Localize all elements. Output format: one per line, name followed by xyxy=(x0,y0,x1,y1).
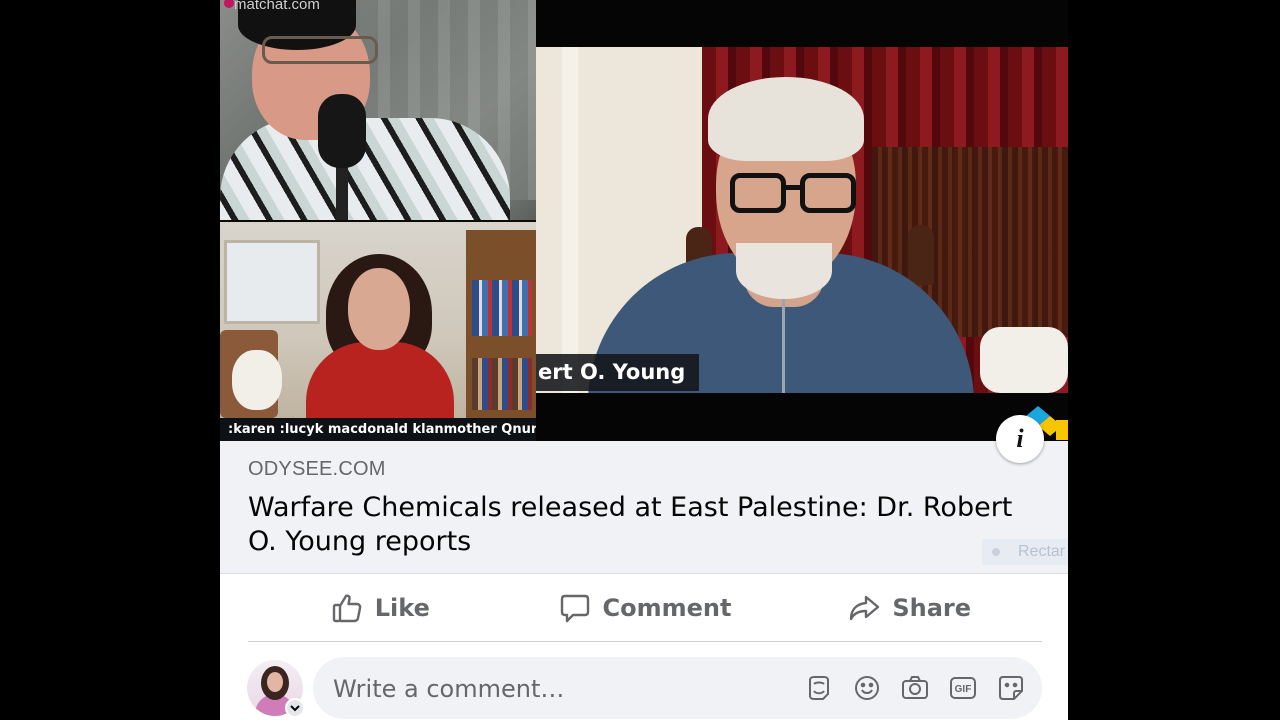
room-window xyxy=(224,240,320,324)
thumbs-up-icon xyxy=(332,594,362,623)
comment-input[interactable] xyxy=(331,657,795,720)
like-button[interactable]: Like xyxy=(248,577,513,639)
host-glasses xyxy=(262,36,378,64)
microphone xyxy=(318,94,366,168)
comment-label: Comment xyxy=(602,594,732,622)
share-arrow-icon xyxy=(850,595,880,621)
emoji-icon[interactable] xyxy=(852,673,882,703)
comment-button[interactable]: Comment xyxy=(513,577,778,639)
speaker-beard xyxy=(736,243,832,299)
sweater-zip xyxy=(782,287,785,393)
video-tile-guest xyxy=(220,222,536,418)
divider xyxy=(248,641,1042,642)
speaker-name-label: ert O. Young xyxy=(536,354,700,391)
pillow xyxy=(980,327,1068,393)
speech-bubble-icon xyxy=(560,594,589,623)
video-letterbox-bottom xyxy=(536,393,1068,441)
speaker-glasses xyxy=(730,173,858,217)
guest-body xyxy=(306,342,454,418)
sticker-icon[interactable] xyxy=(996,673,1026,703)
bed-post xyxy=(908,225,934,285)
door-trim xyxy=(562,47,578,393)
teddy-bear xyxy=(232,350,282,410)
guest-name-label: :karen :lucyk macdonald klanmother Qnurs… xyxy=(220,418,536,441)
video-tile-host: matchat.com xyxy=(220,0,536,220)
share-label: Share xyxy=(892,594,972,622)
books-row xyxy=(472,280,532,336)
video-player[interactable]: matchat.com :karen :lucyk macdonald klan… xyxy=(220,0,1068,441)
books-row xyxy=(472,358,532,410)
divider xyxy=(220,573,1068,574)
post-card: matchat.com :karen :lucyk macdonald klan… xyxy=(220,0,1068,720)
link-title[interactable]: Warfare Chemicals released at East Pales… xyxy=(248,491,1038,559)
speaker-hair xyxy=(708,77,864,161)
profile-avatar[interactable] xyxy=(247,660,305,718)
share-button[interactable]: Share xyxy=(777,577,1042,639)
svg-text:GIF: GIF xyxy=(955,684,972,695)
composer-icons: GIF xyxy=(804,673,1026,703)
ghost-overlay-tag: Rectar xyxy=(982,539,1068,565)
video-letterbox-top xyxy=(536,0,1068,47)
camera-icon[interactable] xyxy=(900,673,930,703)
video-tile-speaker xyxy=(536,47,1068,393)
like-label: Like xyxy=(374,594,430,622)
avatar-sticker-icon[interactable] xyxy=(804,673,834,703)
guest-face xyxy=(348,268,410,350)
link-preview[interactable]: ODYSEE.COM Warfare Chemicals released at… xyxy=(220,441,1068,573)
gif-icon[interactable]: GIF xyxy=(948,673,978,703)
watermark-logo-icon xyxy=(224,0,234,8)
mic-stand xyxy=(336,160,348,220)
info-icon[interactable]: i xyxy=(996,415,1044,463)
video-watermark: matchat.com xyxy=(234,0,320,13)
link-domain: ODYSEE.COM xyxy=(248,458,386,480)
chevron-down-icon[interactable] xyxy=(285,698,305,718)
post-action-bar: Like Comment Share xyxy=(248,577,1042,639)
comment-composer: GIF xyxy=(313,657,1042,720)
